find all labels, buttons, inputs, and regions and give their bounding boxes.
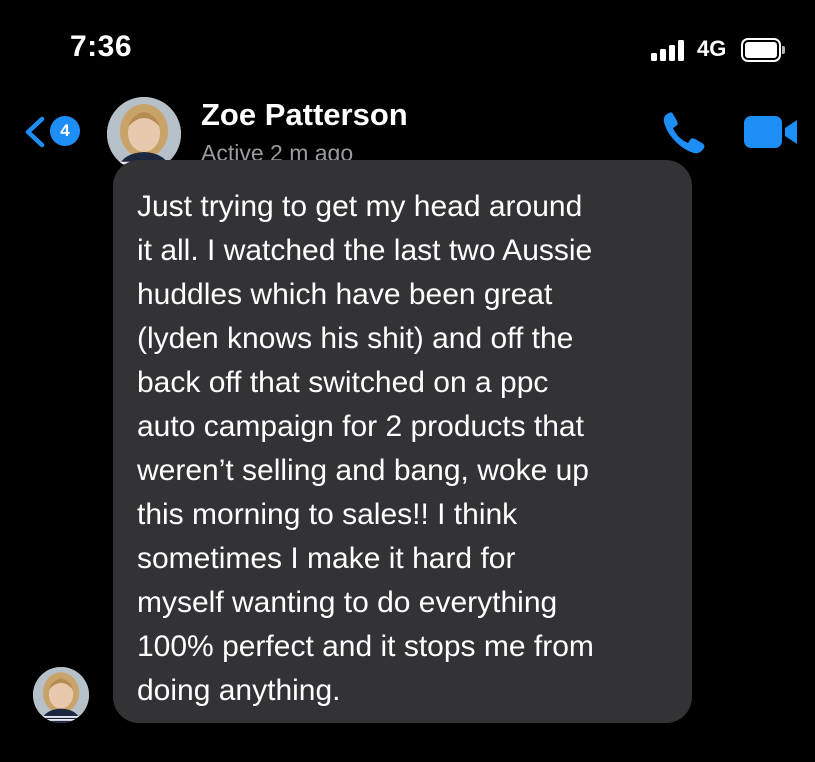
sender-avatar[interactable] <box>33 667 89 723</box>
status-time: 7:36 <box>70 30 133 63</box>
voice-call-button[interactable] <box>660 107 710 157</box>
unread-count-badge: 4 <box>50 116 80 146</box>
messenger-chat-screen: 7:36 4G 4 Zoe Patterson Active 2 m ago J… <box>0 0 815 762</box>
back-button[interactable]: 4 <box>18 112 88 152</box>
video-camera-icon <box>744 116 797 148</box>
profile-photo <box>33 667 89 723</box>
network-type: 4G <box>697 36 727 61</box>
message-text: Just trying to get my head around it all… <box>137 190 594 707</box>
chevron-left-icon <box>25 116 45 148</box>
contact-name[interactable]: Zoe Patterson <box>201 97 408 133</box>
video-call-button[interactable] <box>743 114 799 150</box>
battery-icon <box>741 38 785 62</box>
phone-icon <box>663 112 705 154</box>
signal-strength-icon <box>651 39 689 61</box>
